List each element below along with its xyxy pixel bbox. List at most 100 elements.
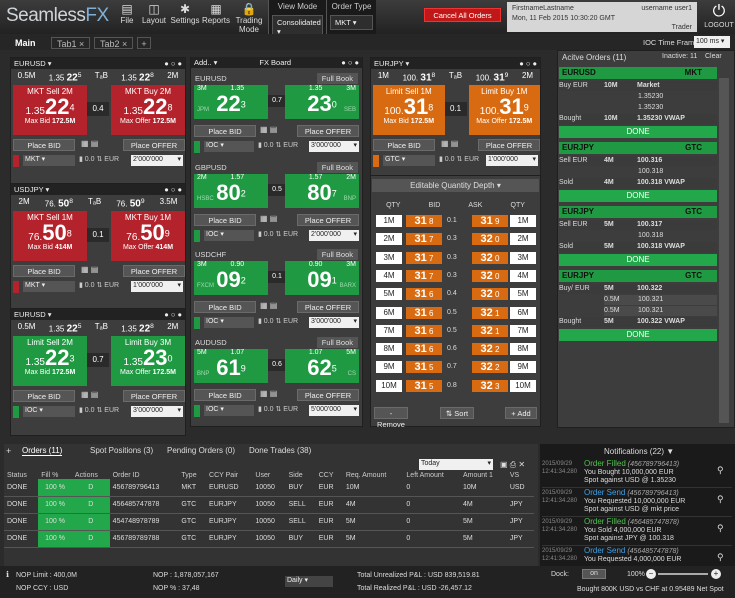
hierarchy-icon[interactable]: ⚲ [717,553,724,562]
place-bid-button[interactable]: Place BID [194,301,256,313]
order-type-select[interactable]: MKT ▾ [23,155,75,166]
buy-tile[interactable]: MKT Buy 1M 76.509 Max Offer 414M [111,211,185,261]
orders-column-header[interactable]: CCY Pair [206,472,252,479]
depth-ask[interactable]: 32 2 [472,343,508,356]
full-book-button[interactable]: Full Book [316,162,358,173]
hierarchy-icon[interactable]: ⚲ [717,466,724,475]
fx-board-add-select[interactable]: Add.. ▾ [194,58,217,67]
grid-icon[interactable]: ▦ ▤ [260,214,277,223]
table-row[interactable]: DONE 100 % D 456485747878 GTC EURJPY 10050 SELL… [4,496,534,514]
depth-ask[interactable]: 31 9 [472,215,508,227]
bottom-tab[interactable]: Orders (11) [22,446,63,456]
place-bid-button[interactable]: Place BID [13,390,75,402]
order-type-select[interactable]: IOC ▾ [204,230,254,241]
tile-pair-select[interactable]: USDJPY ▾ [14,185,49,194]
order-type-select[interactable]: IOC ▾ [204,141,254,152]
cancel-all-orders-button[interactable]: Cancel All Orders [424,8,501,22]
depth-bid[interactable]: 31 6 [406,306,442,319]
zoom-in-button[interactable]: + [711,569,721,579]
hierarchy-icon[interactable]: ⚲ [717,524,724,533]
table-row[interactable]: DONE 100 % D 456789796413 MKT EURUSD 10050 BUY E… [4,479,534,497]
place-bid-button[interactable]: Place BID [13,139,75,151]
depth-qty-ask[interactable]: 6M [510,306,536,319]
quantity-select[interactable]: 5'000'000 ▾ [309,405,359,416]
quantity-select[interactable]: 1'000'000 ▾ [486,155,538,166]
quantity-select[interactable]: 1'000'000 ▾ [131,281,183,292]
depth-qty-ask[interactable]: 3M [510,251,536,264]
sell-tile[interactable]: 3M 0.90 092 FXCM [194,261,268,295]
tile-pair-select[interactable]: EURUSD ▾ [14,59,52,68]
qty-stepper[interactable]: ▮ 0.0 ⇅ EUR [79,155,119,163]
depth-bid[interactable]: 31 5 [406,361,442,374]
depth-ask[interactable]: 32 1 [472,324,508,337]
place-bid-button[interactable]: Place BID [373,139,435,151]
orders-column-header[interactable]: Actions [72,472,110,479]
tile-pair-select[interactable]: EURJPY ▾ [374,59,409,68]
depth-bid[interactable]: 31 8 [406,215,442,227]
tab-main[interactable]: Main [10,37,41,49]
sell-tile[interactable]: Limit Sell 1M 100.318 Max Bid 172.5M [373,85,445,135]
sell-tile[interactable]: MKT Sell 1M 76.508 Max Bid 414M [13,211,87,261]
sell-tile[interactable]: 3M 1.35 223 JPM [194,85,268,119]
grid-icon[interactable]: ▦ ▤ [260,389,277,398]
grid-icon[interactable]: ▦ ▤ [81,265,98,274]
orders-column-header[interactable]: Req. Amount [343,472,404,479]
place-offer-button[interactable]: Place OFFER [478,139,540,151]
orders-column-header[interactable]: VS [507,472,534,479]
period-select[interactable]: Daily ▾ [285,576,333,587]
tile-pair-select[interactable]: EURUSD ▾ [14,310,52,319]
depth-qty-ask[interactable]: 8M [510,343,536,356]
toolbar-file-button[interactable]: ▤ File [112,2,142,25]
depth-ask[interactable]: 32 0 [472,288,508,301]
qty-stepper[interactable]: ▮ 0.0 ⇅ EUR [258,141,298,149]
sell-tile[interactable]: MKT Sell 2M 1.35224 Max Bid 172.5M [13,85,87,135]
depth-qty-bid[interactable]: 5M [376,288,402,301]
depth-ask[interactable]: 32 0 [472,269,508,282]
tile-settings-icon[interactable]: ● ○ ● [164,58,182,69]
grid-icon[interactable]: ▦ ▤ [81,390,98,399]
depth-bid[interactable]: 31 6 [406,324,442,337]
order-type-select[interactable]: IOC ▾ [204,317,254,328]
remove-level-button[interactable]: - Remove [374,407,408,429]
depth-qty-bid[interactable]: 1M [376,215,402,227]
depth-qty-bid[interactable]: 8M [376,343,402,356]
order-type-select[interactable]: GTC ▾ [383,155,435,166]
orders-column-header[interactable]: Side [286,472,316,479]
qty-stepper[interactable]: ▮ 0.0 ⇅ EUR [258,230,298,238]
zoom-out-button[interactable]: − [646,569,656,579]
notification-item[interactable]: 2015/09/29 12:41:34.280 Order Filled (456… [542,460,732,488]
toolbar-reports-button[interactable]: ▦ Reports [201,2,231,25]
depth-ask[interactable]: 32 1 [472,306,508,319]
depth-bid[interactable]: 31 7 [406,269,442,282]
grid-icon[interactable]: ▦ ▤ [260,301,277,310]
depth-qty-ask[interactable]: 1M [510,215,536,227]
depth-bid[interactable]: 31 5 [406,379,442,392]
fx-board-settings-icon[interactable]: ● ○ ● [341,57,359,68]
order-group-header[interactable]: EURUSD MKT [559,67,717,79]
place-offer-button[interactable]: Place OFFER [297,214,359,226]
sell-tile[interactable]: 5M 1.07 619 BNP [194,349,268,383]
bottom-tab[interactable]: Spot Positions (3) [90,446,153,455]
depth-ask[interactable]: 32 0 [472,233,508,246]
depth-ask[interactable]: 32 2 [472,361,508,374]
depth-qty-ask[interactable]: 10M [510,379,536,392]
scrollbar[interactable] [719,78,729,423]
orders-column-header[interactable]: Status [4,472,38,479]
order-type-select[interactable]: IOC ▾ [23,406,75,417]
ioc-time-select[interactable]: 100 ms ▾ [694,36,730,48]
done-button[interactable]: DONE [559,126,717,138]
depth-qty-bid[interactable]: 6M [376,306,402,319]
full-book-button[interactable]: Full Book [316,249,358,260]
done-button[interactable]: DONE [559,190,717,202]
quantity-select[interactable]: 3'000'000 ▾ [309,317,359,328]
hierarchy-icon[interactable]: ⚲ [717,495,724,504]
notification-item[interactable]: 2015/09/29 12:41:34.280 Order Send (45678… [542,489,732,517]
buy-tile[interactable]: MKT Buy 2M 1.35228 Max Offer 172.5M [111,85,185,135]
qty-stepper[interactable]: ▮ 0.0 ⇅ EUR [79,281,119,289]
add-panel-button[interactable]: + [6,446,11,456]
buy-tile[interactable]: 1.35 3M 230 SEB [285,85,359,119]
quantity-select[interactable]: 3'000'000 ▾ [131,406,183,417]
depth-qty-bid[interactable]: 2M [376,233,402,246]
qty-stepper[interactable]: ▮ 0.0 ⇅ EUR [439,155,479,163]
toolbar-icons[interactable]: ▣ ⎙ ✕ [500,460,525,470]
